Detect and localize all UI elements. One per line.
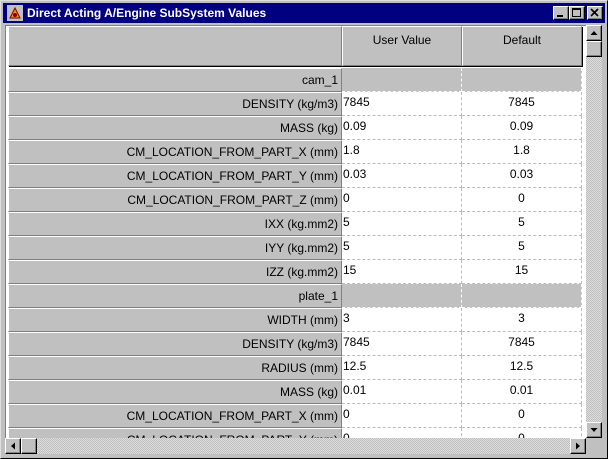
default-value-cell: 7845 [462,332,582,356]
row-label[interactable]: RADIUS (mm) [8,356,342,380]
table-row: DENSITY (kg/m3) 7845 7845 [6,92,586,116]
row-label[interactable]: CM_LOCATION_FROM_PART_Y (mm) [8,164,342,188]
scroll-up-button[interactable] [586,25,602,41]
row-label[interactable]: MASS (kg) [8,116,342,140]
maximize-icon [572,8,581,17]
table-row: IXX (kg.mm2) 5 5 [6,212,586,236]
minimize-icon [557,15,563,17]
close-icon [590,8,599,17]
user-value-cell[interactable]: 7845 [342,332,462,356]
default-value-cell: 5 [462,236,582,260]
window-title: Direct Acting A/Engine SubSystem Values [27,6,267,20]
table-row: WIDTH (mm) 3 3 [6,308,586,332]
user-value-cell[interactable]: 3 [342,308,462,332]
table-row: CM_LOCATION_FROM_PART_Y (mm) 0.03 0.03 [6,164,586,188]
close-button[interactable] [587,6,603,20]
default-value-cell: 7845 [462,92,582,116]
horizontal-scroll-thumb[interactable] [21,438,37,454]
scroll-left-button[interactable] [5,438,21,454]
horizontal-scrollbar[interactable] [5,438,586,454]
scroll-right-button[interactable] [570,438,586,454]
row-label[interactable]: DENSITY (kg/m3) [8,92,342,116]
default-value-cell: 0.03 [462,164,582,188]
table-row: IYY (kg.mm2) 5 5 [6,236,586,260]
default-value-cell: 0.09 [462,116,582,140]
row-label[interactable]: CM_LOCATION_FROM_PART_Z (mm) [8,188,342,212]
default-value-cell: 0 [462,404,582,428]
row-label[interactable]: DENSITY (kg/m3) [8,332,342,356]
scroll-down-button[interactable] [586,422,602,438]
arrow-left-icon [11,442,15,450]
table-row: MASS (kg) 0.09 0.09 [6,116,586,140]
user-value-cell[interactable]: 0 [342,404,462,428]
row-label[interactable]: IXX (kg.mm2) [8,212,342,236]
user-value-cell[interactable]: 0.01 [342,380,462,404]
main-window: Direct Acting A/Engine SubSystem Values … [0,0,608,459]
size-grip [586,438,602,454]
group-user-cell[interactable] [342,284,462,308]
user-value-cell[interactable]: 1.8 [342,140,462,164]
group-row: cam_1 [6,68,586,92]
arrow-right-icon [576,442,580,450]
user-value-cell[interactable]: 7845 [342,92,462,116]
title-bar[interactable]: Direct Acting A/Engine SubSystem Values [3,3,605,23]
user-value-cell[interactable]: 0 [342,188,462,212]
user-value-cell[interactable]: 12.5 [342,356,462,380]
table-row: IZZ (kg.mm2) 15 15 [6,260,586,284]
column-header-user-value[interactable]: User Value [342,26,462,66]
group-label[interactable]: cam_1 [8,68,342,92]
row-label[interactable]: WIDTH (mm) [8,308,342,332]
arrow-down-icon [590,428,598,432]
user-value-cell[interactable]: 5 [342,212,462,236]
app-icon[interactable] [7,5,23,21]
minimize-button[interactable] [553,6,569,20]
table-row: CM_LOCATION_FROM_PART_X (mm) 0 0 [6,404,586,428]
row-label[interactable]: IYY (kg.mm2) [8,236,342,260]
group-label[interactable]: plate_1 [8,284,342,308]
default-value-cell: 5 [462,212,582,236]
default-value-cell: 12.5 [462,356,582,380]
default-value-cell: 3 [462,308,582,332]
arrow-up-icon [590,31,598,35]
row-label[interactable]: CM_LOCATION_FROM_PART_X (mm) [8,404,342,428]
default-value-cell: 15 [462,260,582,284]
maximize-button[interactable] [569,6,585,20]
user-value-cell[interactable]: 15 [342,260,462,284]
user-value-cell[interactable]: 0.09 [342,116,462,140]
column-header-default[interactable]: Default [462,26,582,66]
default-value-cell: 0 [462,188,582,212]
group-user-cell[interactable] [342,68,462,92]
values-grid: User Value Default cam_1 DENSITY (kg/m3) 7… [5,25,586,439]
default-value-cell: 0.01 [462,380,582,404]
table-row: MASS (kg) 0.01 0.01 [6,380,586,404]
default-value-cell: 1.8 [462,140,582,164]
table-row: CM_LOCATION_FROM_PART_X (mm) 1.8 1.8 [6,140,586,164]
column-header-row: User Value Default [6,26,586,68]
table-row: DENSITY (kg/m3) 7845 7845 [6,332,586,356]
vertical-scrollbar[interactable] [586,25,602,438]
vertical-scroll-thumb[interactable] [586,41,602,57]
corner-header [8,26,342,66]
user-value-cell[interactable]: 5 [342,236,462,260]
row-label[interactable]: MASS (kg) [8,380,342,404]
group-row: plate_1 [6,284,586,308]
row-label[interactable]: IZZ (kg.mm2) [8,260,342,284]
row-label[interactable]: CM_LOCATION_FROM_PART_X (mm) [8,140,342,164]
table-row: RADIUS (mm) 12.5 12.5 [6,356,586,380]
user-value-cell[interactable]: 0.03 [342,164,462,188]
group-default-cell [462,284,582,308]
table-row: CM_LOCATION_FROM_PART_Z (mm) 0 0 [6,188,586,212]
group-default-cell [462,68,582,92]
